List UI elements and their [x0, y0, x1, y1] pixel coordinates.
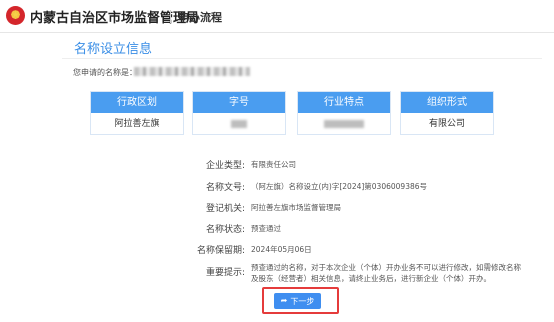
- name-status-value: 预查通过: [251, 224, 281, 233]
- name-part-value-redacted: [193, 113, 285, 135]
- header-divider: [170, 10, 171, 23]
- name-retention-value: 2024年05月06日: [251, 245, 312, 254]
- section-title: 名称设立信息: [74, 42, 153, 57]
- name-part-value: 阿拉善左旗: [114, 119, 160, 129]
- share-arrow-icon: ➦: [280, 296, 288, 305]
- name-part-region: 行政区划 阿拉善左旗: [90, 91, 184, 135]
- name-retention-label: 名称保留期:: [196, 246, 245, 256]
- title-divider: [62, 58, 542, 59]
- important-notice-label: 重要提示:: [205, 268, 245, 278]
- name-doc-number-value: （阿左旗）名称设立(内)字[2024]第0306009386号: [251, 182, 428, 191]
- name-part-label: 组织形式: [401, 92, 493, 113]
- name-part-label: 字号: [193, 92, 285, 113]
- name-part-label: 行政区划: [91, 92, 183, 113]
- company-type-label: 企业类型:: [205, 161, 245, 171]
- nav-process-link[interactable]: 申办流程: [178, 9, 222, 25]
- org-name: 内蒙古自治区市场监督管理局: [30, 11, 200, 26]
- name-part-brand: 字号: [192, 91, 286, 135]
- name-part-value: 有限公司: [428, 119, 465, 129]
- name-part-form: 组织形式 有限公司: [400, 91, 494, 135]
- registration-authority-value: 阿拉善左旗市场监督管理局: [251, 203, 341, 212]
- next-step-button[interactable]: ➦ 下一步: [274, 293, 321, 309]
- applied-name-redacted: [134, 67, 250, 76]
- top-header: 内蒙古自治区市场监督管理局 申办流程: [0, 0, 554, 33]
- name-doc-number-label: 名称文号:: [205, 183, 245, 193]
- national-emblem-icon: [6, 6, 25, 25]
- important-notice-text: 预查通过的名称，对于本次企业（个体）开办业务不可以进行修改，如需修改名称及股东（…: [251, 263, 521, 283]
- registration-authority-label: 登记机关:: [205, 204, 245, 214]
- name-status-label: 名称状态:: [205, 225, 245, 235]
- name-part-value-redacted: [298, 113, 390, 135]
- applied-name-label: 您申请的名称是：: [73, 68, 137, 77]
- company-type-value: 有限责任公司: [251, 160, 296, 169]
- name-part-label: 行业特点: [298, 92, 390, 113]
- name-part-industry: 行业特点: [297, 91, 391, 135]
- next-step-label: 下一步: [290, 296, 315, 306]
